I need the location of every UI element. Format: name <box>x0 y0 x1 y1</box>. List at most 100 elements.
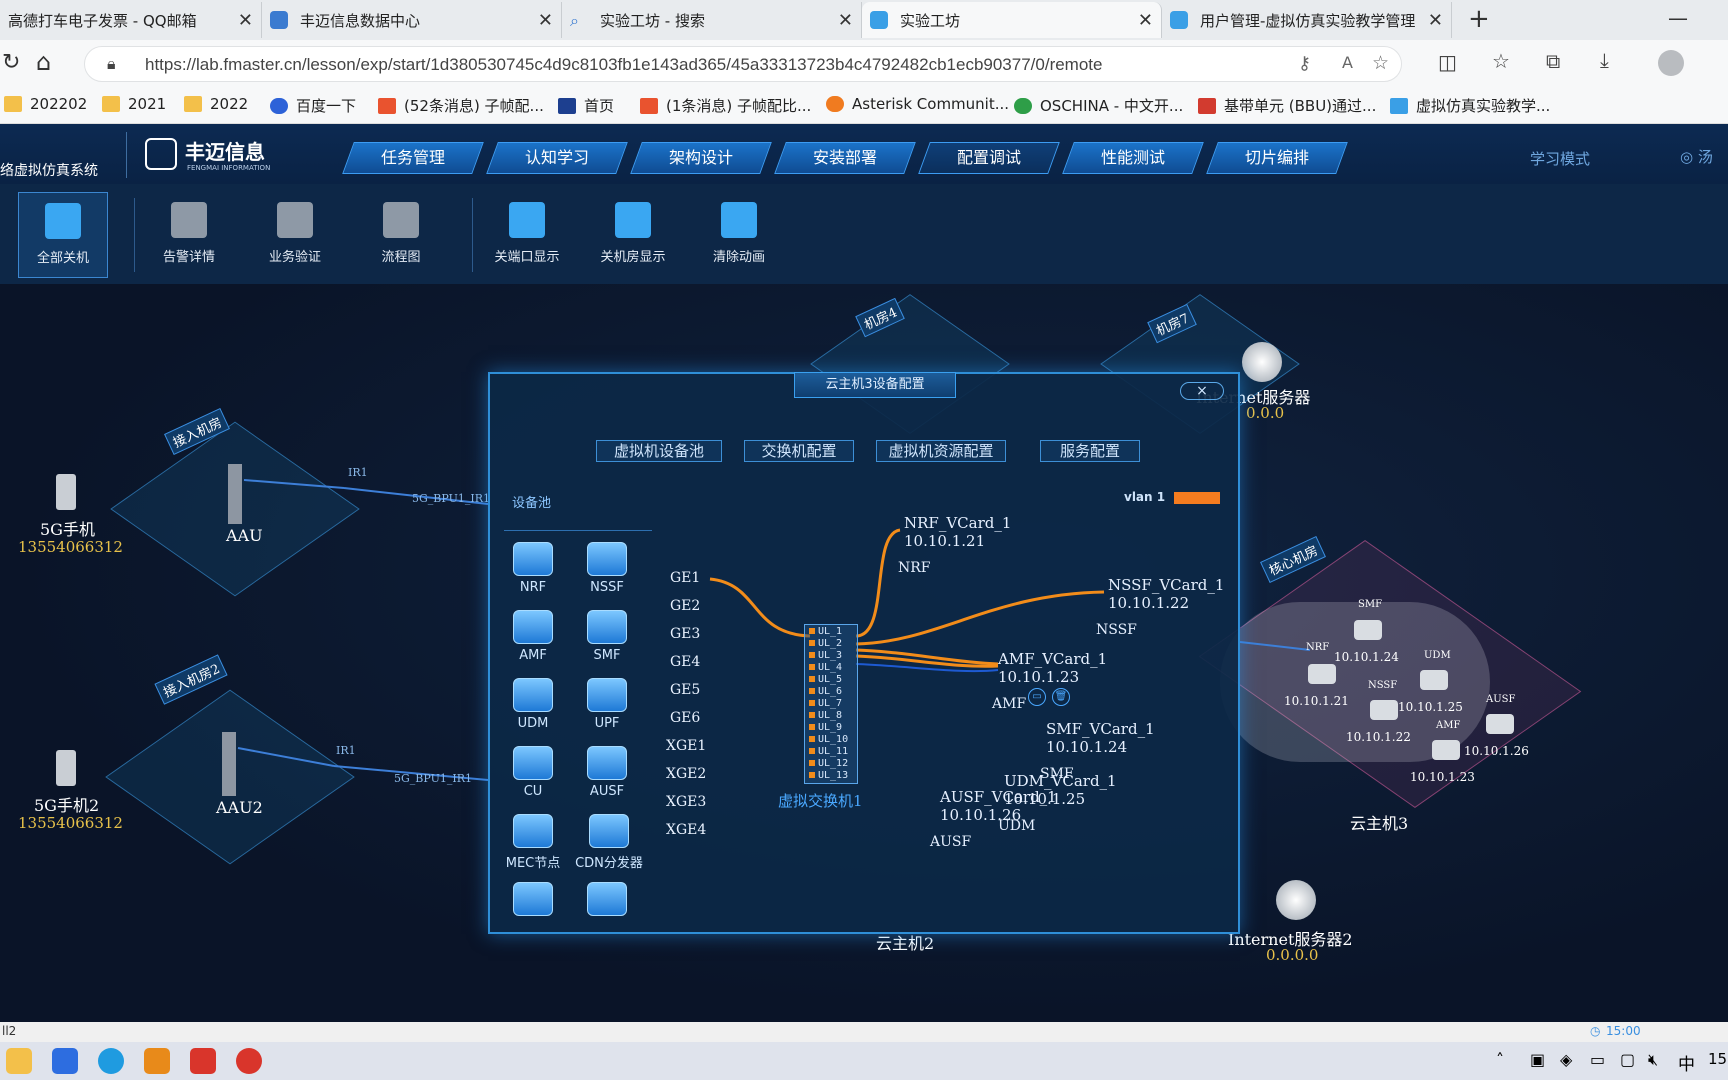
hide-rooms-button[interactable]: 关机房显示 <box>588 192 678 278</box>
switch-port[interactable]: UL_1 <box>809 627 855 637</box>
menu-architecture-design[interactable]: 架构设计 <box>630 142 772 174</box>
network-icon[interactable]: ▢ <box>1620 1050 1635 1069</box>
bookmark-item[interactable]: 首页 <box>558 95 614 116</box>
switch-port[interactable]: UL_4 <box>809 663 855 673</box>
menu-task-management[interactable]: 任务管理 <box>342 142 484 174</box>
switch-port[interactable]: UL_7 <box>809 699 855 709</box>
bookmark-item[interactable]: (1条消息) 子帧配比... <box>640 95 811 116</box>
app-icon[interactable] <box>52 1048 78 1074</box>
download-icon[interactable]: ⤓ <box>1600 48 1609 72</box>
profile-avatar[interactable] <box>1658 50 1684 76</box>
hide-ports-button[interactable]: 关端口显示 <box>482 192 572 278</box>
cloud3-node[interactable] <box>1370 700 1398 720</box>
mute-icon[interactable]: 🔇︎ <box>1648 1050 1658 1070</box>
globe-icon[interactable] <box>1242 342 1282 382</box>
menu-cognitive-learning[interactable]: 认知学习 <box>486 142 628 174</box>
key-icon[interactable]: ⚷ <box>1298 53 1311 74</box>
vm-card[interactable]: NSSF_VCard_1 <box>1108 576 1224 594</box>
switch-port[interactable]: UL_2 <box>809 639 855 649</box>
battery-icon[interactable]: ▭ <box>1590 1050 1605 1069</box>
browser-tab[interactable]: ⌕ 实验工坊 - 搜索 ✕ <box>562 2 862 38</box>
learning-mode[interactable]: 学习模式 <box>1530 148 1590 169</box>
bookmark-item[interactable]: 2021 <box>102 95 166 113</box>
cloud3-node[interactable] <box>1354 620 1382 640</box>
bookmark-item[interactable]: 虚拟仿真实验教学... <box>1390 95 1550 116</box>
close-tab-icon[interactable]: ✕ <box>838 10 853 31</box>
alarm-details-button[interactable]: 告警详情 <box>144 192 234 278</box>
close-tab-icon[interactable]: ✕ <box>538 10 553 31</box>
cloud3-node[interactable] <box>1432 740 1460 760</box>
tray-icon[interactable]: ▣ <box>1530 1050 1545 1069</box>
vm-card[interactable]: AMF_VCard_1 <box>998 650 1107 668</box>
bookmark-item[interactable]: 202202 <box>4 95 87 113</box>
phone-icon[interactable] <box>56 750 76 786</box>
close-tab-icon[interactable]: ✕ <box>1428 10 1443 31</box>
bookmark-item[interactable]: 百度一下 <box>270 95 356 116</box>
ime-indicator[interactable]: 中 <box>1678 1050 1695 1075</box>
new-tab-button[interactable]: + <box>1468 4 1490 34</box>
chevron-up-icon[interactable]: ˄ <box>1496 1050 1504 1069</box>
switch-port[interactable]: UL_3 <box>809 651 855 661</box>
vm-card[interactable]: AUSF_VCard_1 <box>940 788 1057 806</box>
menu-installation-deployment[interactable]: 安装部署 <box>774 142 916 174</box>
browser-tab-active[interactable]: 实验工坊 ✕ <box>862 2 1162 38</box>
minimize-button[interactable]: — <box>1668 6 1688 30</box>
switch-port[interactable]: UL_6 <box>809 687 855 697</box>
chrome-icon[interactable] <box>236 1048 262 1074</box>
phone-icon[interactable] <box>56 474 76 510</box>
cloud3-node[interactable] <box>1420 670 1448 690</box>
browser-tab[interactable]: 高德打车电子发票 - QQ邮箱 ✕ <box>0 2 262 38</box>
favorites-icon[interactable]: ☆ <box>1492 49 1510 73</box>
switch-port[interactable]: UL_9 <box>809 723 855 733</box>
favorite-icon[interactable]: ☆ <box>1372 52 1389 74</box>
antenna-icon[interactable] <box>222 732 236 796</box>
split-screen-icon[interactable]: ◫ <box>1438 50 1457 74</box>
switch-port[interactable]: UL_11 <box>809 747 855 757</box>
service-verify-button[interactable]: 业务验证 <box>250 192 340 278</box>
globe-icon[interactable] <box>1276 880 1316 920</box>
close-tab-icon[interactable]: ✕ <box>1138 10 1153 31</box>
bookmark-item[interactable]: (52条消息) 子帧配... <box>378 95 544 116</box>
clear-animation-button[interactable]: 清除动画 <box>694 192 784 278</box>
switch-port[interactable]: UL_8 <box>809 711 855 721</box>
ir-label: IR1 <box>336 744 356 757</box>
file-explorer-icon[interactable] <box>6 1048 32 1074</box>
delete-icon[interactable]: 🗑︎ <box>1052 688 1070 706</box>
switch-port[interactable]: UL_10 <box>809 735 855 745</box>
refresh-icon[interactable]: ↻ <box>2 50 20 75</box>
wps-icon[interactable] <box>190 1048 216 1074</box>
read-aloud-icon[interactable]: A <box>1342 53 1353 72</box>
bookmark-item[interactable]: Asterisk Communit... <box>826 95 1009 113</box>
switch-port[interactable]: UL_13 <box>809 771 855 781</box>
bookmark-item[interactable]: 2022 <box>184 95 248 113</box>
url-field[interactable]: 🔒︎ https://lab.fmaster.cn/lesson/exp/sta… <box>84 46 1402 82</box>
antenna-icon[interactable] <box>228 464 242 524</box>
browser-tab[interactable]: 用户管理-虚拟仿真实验教学管理 ✕ <box>1162 2 1452 38</box>
tray-icon[interactable]: ◈ <box>1560 1050 1572 1069</box>
shutdown-all-button[interactable]: 全部关机 <box>18 192 108 278</box>
vm-card[interactable]: SMF_VCard_1 <box>1046 720 1155 738</box>
ir-link <box>243 479 345 489</box>
close-tab-icon[interactable]: ✕ <box>238 10 253 31</box>
switch-port[interactable]: UL_12 <box>809 759 855 769</box>
taskbar-clock[interactable]: 15 <box>1708 1050 1727 1068</box>
home-icon[interactable]: ⌂ <box>36 48 51 76</box>
bookmark-item[interactable]: OSCHINA - 中文开... <box>1014 95 1183 116</box>
flowchart-button[interactable]: 流程图 <box>356 192 446 278</box>
user-menu[interactable]: ◎ 汤 <box>1680 146 1713 167</box>
menu-performance-test[interactable]: 性能测试 <box>1062 142 1204 174</box>
menu-slice-orchestration[interactable]: 切片编排 <box>1206 142 1348 174</box>
virtual-switch[interactable]: UL_1 UL_2 UL_3 UL_4 UL_5 UL_6 UL_7 UL_8 … <box>804 624 858 784</box>
browser-tab[interactable]: 丰迈信息数据中心 ✕ <box>262 2 562 38</box>
menu-config-debug[interactable]: 配置调试 <box>918 142 1060 174</box>
cloud3-node[interactable] <box>1308 664 1336 684</box>
cloud3-node[interactable] <box>1486 714 1514 734</box>
server-icon <box>1370 700 1398 720</box>
monitor-icon[interactable]: ▭ <box>1028 688 1046 706</box>
bookmark-item[interactable]: 基带单元 (BBU)通过... <box>1198 95 1376 116</box>
switch-port[interactable]: UL_5 <box>809 675 855 685</box>
edge-icon[interactable] <box>98 1048 124 1074</box>
vm-card[interactable]: NRF_VCard_1 <box>904 514 1011 532</box>
search-app-icon[interactable] <box>144 1048 170 1074</box>
collections-icon[interactable]: ⧉ <box>1546 49 1560 73</box>
